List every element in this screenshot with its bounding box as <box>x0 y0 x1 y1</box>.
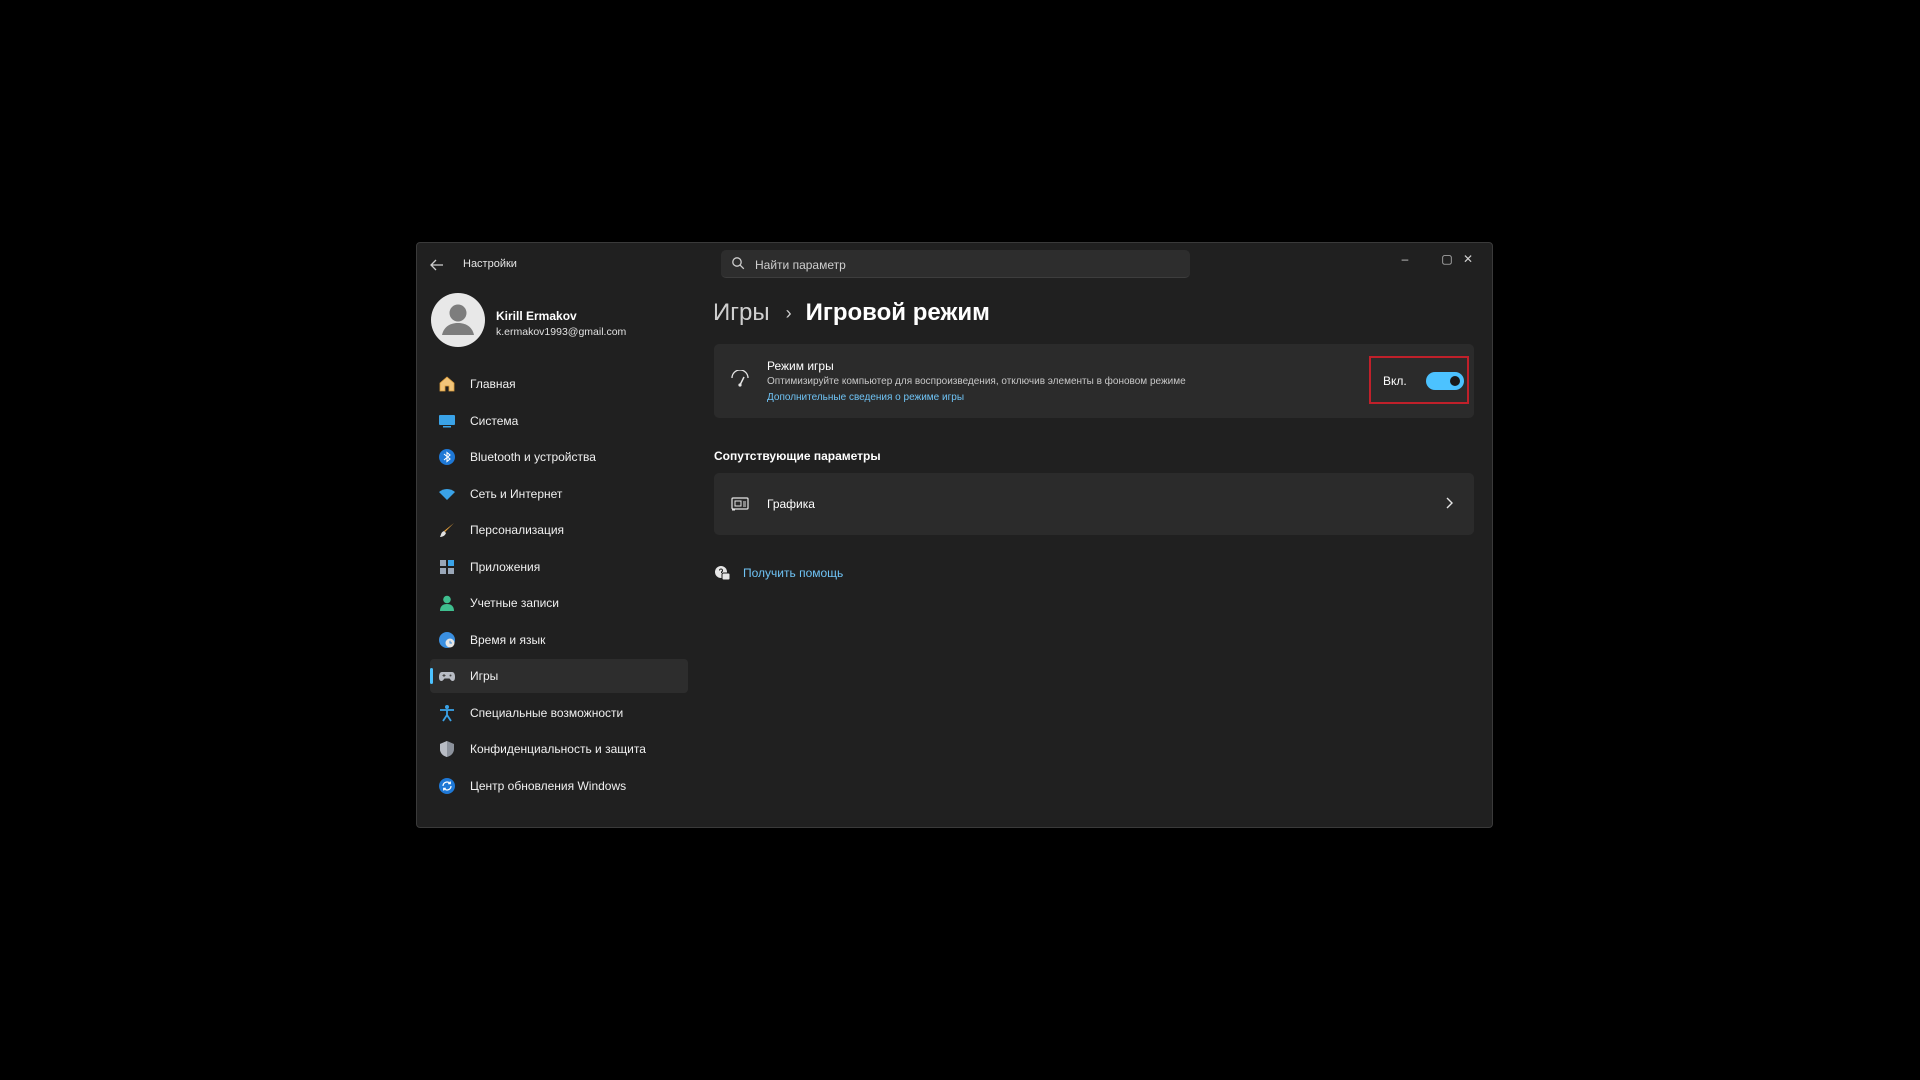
title-bar: Настройки – ▢ ✕ <box>417 243 1492 287</box>
get-help-link[interactable]: Получить помощь <box>713 563 843 583</box>
breadcrumb-parent[interactable]: Игры <box>713 299 770 327</box>
sidebar-item-apps[interactable]: Приложения <box>430 550 688 584</box>
sidebar-item-label: Центр обновления Windows <box>470 778 627 793</box>
sidebar-item-label: Конфиденциальность и защита <box>470 742 646 756</box>
game-mode-info-link[interactable]: Дополнительные сведения о режиме игры <box>767 392 964 403</box>
sidebar-item-label: Специальные возможности <box>470 705 624 720</box>
sidebar-item-label: Игры <box>470 669 499 683</box>
search-box[interactable] <box>721 250 1190 279</box>
sidebar-item-label: Главная <box>470 377 516 391</box>
game-mode-icon <box>731 370 749 387</box>
app-title: Настройки <box>463 258 517 270</box>
sidebar-item-gaming[interactable]: Игры <box>430 659 688 693</box>
game-mode-toggle[interactable] <box>1426 372 1464 390</box>
graphics-card[interactable]: Графика <box>714 473 1474 535</box>
sidebar-item-label: Сеть и Интернет <box>470 486 563 501</box>
wifi-icon <box>439 488 455 500</box>
page-title: Игровой режим <box>805 299 990 326</box>
user-avatar-icon <box>442 304 474 335</box>
sidebar-item-accounts[interactable]: Учетные записи <box>430 586 688 620</box>
bluetooth-icon <box>439 449 455 465</box>
sidebar-item-accessibility[interactable]: Специальные возможности <box>430 696 688 730</box>
settings-window: Настройки – ▢ ✕ Kirill Ermakov k.ermakov… <box>416 242 1493 828</box>
user-name: Kirill Ermakov <box>496 309 577 323</box>
breadcrumb-separator: › <box>785 302 792 323</box>
sidebar-item-label: Система <box>470 413 519 428</box>
globe-clock-icon <box>439 631 455 648</box>
sidebar-item-network[interactable]: Сеть и Интернет <box>430 477 688 511</box>
get-help-label: Получить помощь <box>743 566 844 580</box>
game-mode-description: Оптимизируйте компьютер для воспроизведе… <box>767 376 1186 387</box>
toggle-state-label: Вкл. <box>1383 374 1407 388</box>
sidebar-item-home[interactable]: Главная <box>430 367 688 401</box>
sidebar-item-privacy[interactable]: Конфиденциальность и защита <box>430 732 688 766</box>
sidebar-item-bluetooth[interactable]: Bluetooth и устройства <box>430 440 688 474</box>
shield-icon <box>440 741 454 757</box>
chevron-right-icon <box>1446 497 1453 509</box>
close-button[interactable]: ✕ <box>1447 245 1489 273</box>
user-profile[interactable]: Kirill Ermakov k.ermakov1993@gmail.com <box>431 293 691 349</box>
graphics-label: Графика <box>767 497 815 511</box>
related-settings-heading: Сопутствующие параметры <box>714 449 881 463</box>
search-input[interactable] <box>753 250 1177 279</box>
breadcrumb: Игры › Игровой режим <box>713 295 990 331</box>
toggle-knob <box>1450 376 1460 386</box>
sidebar-nav: Главная Система Bluetooth и устройства С… <box>430 367 688 805</box>
sidebar-item-windows-update[interactable]: Центр обновления Windows <box>430 769 688 803</box>
sidebar-item-personalization[interactable]: Персонализация <box>430 513 688 547</box>
close-icon: ✕ <box>1462 252 1474 266</box>
sidebar-item-time-language[interactable]: Время и язык <box>430 623 688 657</box>
sidebar-item-system[interactable]: Система <box>430 404 688 438</box>
user-email: k.ermakov1993@gmail.com <box>496 326 627 338</box>
update-icon <box>439 777 455 794</box>
sidebar-item-label: Приложения <box>470 559 541 574</box>
apps-icon <box>440 559 454 574</box>
accessibility-icon <box>440 704 454 721</box>
back-button[interactable] <box>427 255 447 275</box>
game-mode-card: Режим игры Оптимизируйте компьютер для в… <box>714 344 1474 418</box>
game-mode-title: Режим игры <box>767 359 834 373</box>
account-icon <box>440 595 454 611</box>
minimize-icon: – <box>1401 252 1409 266</box>
help-icon <box>715 566 731 581</box>
sidebar-item-label: Bluetooth и устройства <box>470 450 596 464</box>
sidebar-item-label: Учетные записи <box>470 596 559 610</box>
brush-icon <box>440 523 454 537</box>
game-mode-toggle-highlight: Вкл. <box>1369 356 1469 404</box>
avatar <box>431 293 485 347</box>
gamepad-icon <box>439 672 455 681</box>
graphics-card-icon <box>731 497 749 511</box>
search-icon <box>732 257 745 270</box>
home-icon <box>439 376 455 392</box>
back-arrow-icon <box>430 259 443 271</box>
system-icon <box>439 414 455 427</box>
sidebar-item-label: Персонализация <box>470 523 565 537</box>
minimize-button[interactable]: – <box>1384 245 1426 273</box>
sidebar-item-label: Время и язык <box>470 632 546 647</box>
